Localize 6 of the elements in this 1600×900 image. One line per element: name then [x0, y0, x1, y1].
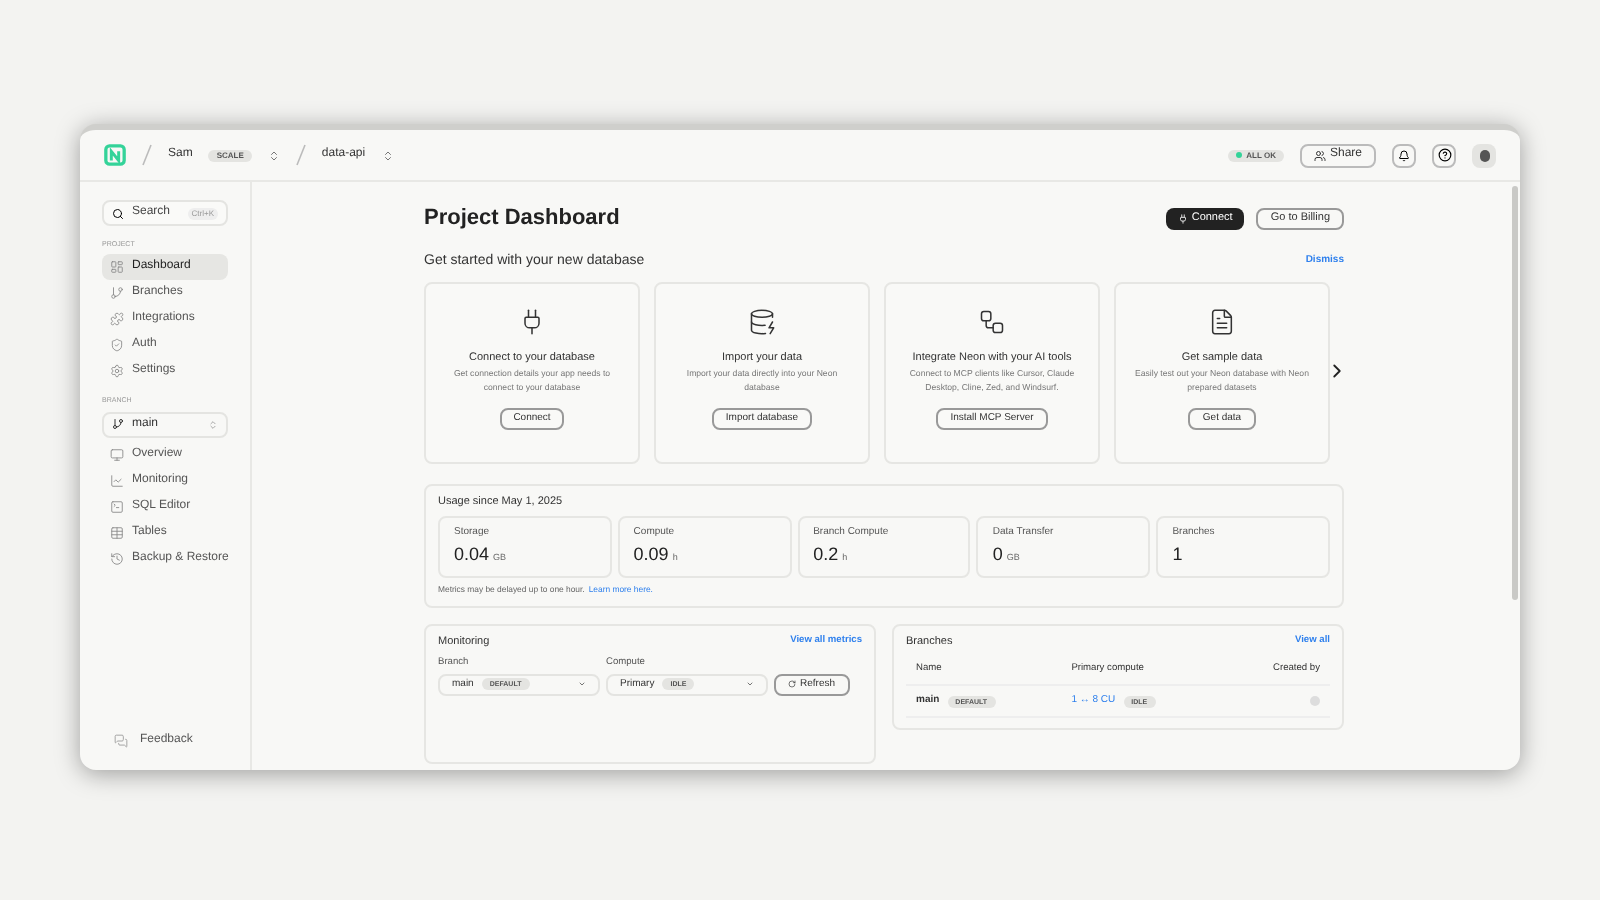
metric-value: 0.04: [454, 541, 490, 568]
metric-value: 0: [992, 541, 1003, 568]
metric-value: 0.2: [813, 541, 839, 568]
metric-value: 0.09: [633, 541, 669, 568]
metric-value: 1: [1172, 541, 1183, 568]
page-title: Project Dashboard: [424, 204, 620, 234]
